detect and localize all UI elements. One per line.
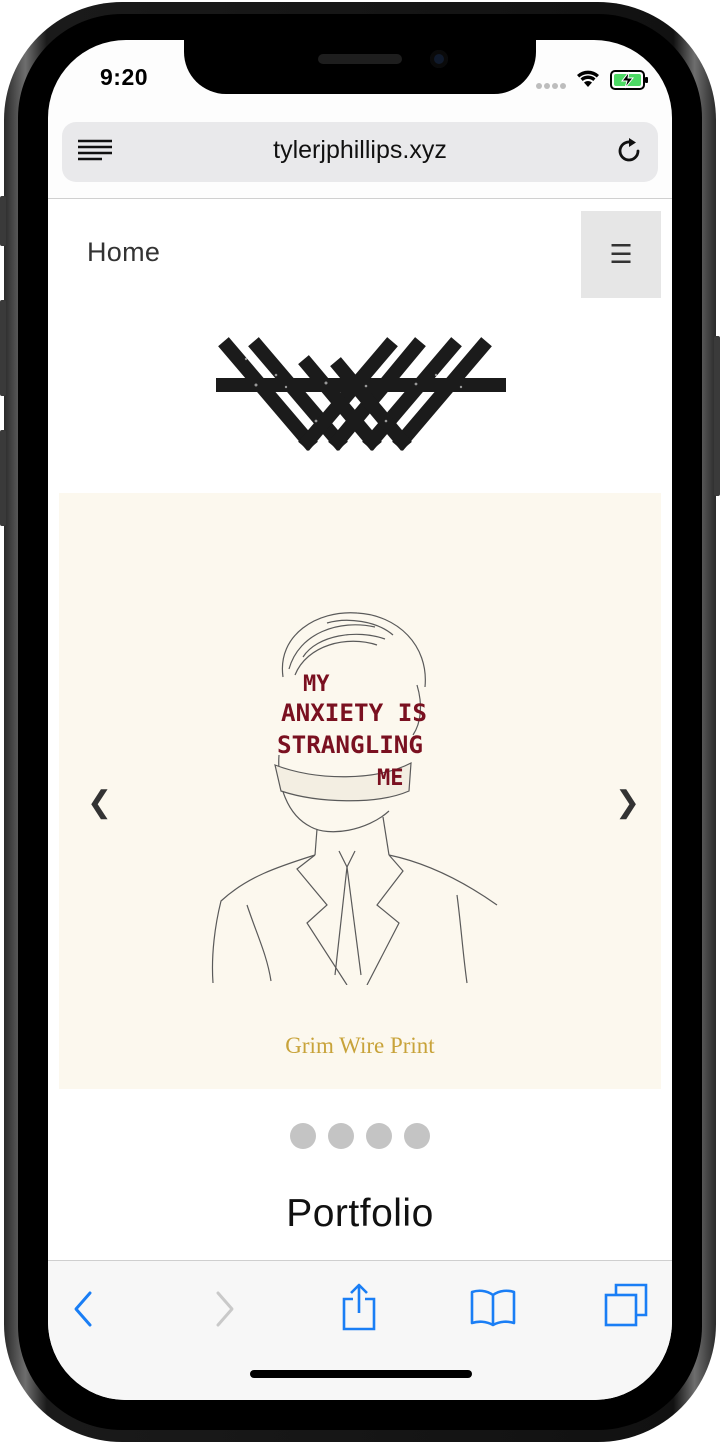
carousel-dot[interactable] [290,1123,316,1149]
carousel-dot[interactable] [328,1123,354,1149]
earpiece-speaker [318,54,402,64]
art-text-line-1: MY [303,672,330,697]
section-heading: Portfolio [286,1192,434,1235]
url-text[interactable]: tylerjphillips.xyz [62,136,658,165]
wifi-icon [577,70,599,87]
art-text-line-2: ANXIETY IS [281,699,427,727]
address-bar[interactable]: tylerjphillips.xyz [62,122,658,182]
carousel-dot[interactable] [366,1123,392,1149]
front-camera [430,50,448,68]
slide-illustration: MY ANXIETY IS STRANGLING ME [211,612,498,985]
home-indicator[interactable] [250,1370,472,1378]
art-text-line-3: STRANGLING [277,731,423,759]
mute-switch [0,196,6,246]
art-text-line-4: ME [377,766,404,791]
slide-caption: Grim Wire Print [285,1033,435,1058]
bookmarks-icon[interactable] [470,1287,516,1327]
back-icon[interactable] [72,1289,96,1329]
tabs-icon[interactable] [604,1283,650,1329]
share-icon[interactable] [340,1283,378,1333]
phone-screen: 9:20 tylerjphillips.xyz Home ☰ MY ANXIET… [48,40,672,1400]
browser-toolbar [48,1260,672,1400]
cellular-signal-icon [536,83,566,89]
site-logo [216,337,506,451]
web-page: Home ☰ MY ANXIETY IS STRANGLING ME ❮ ❯ G… [48,199,672,1260]
carousel-dot[interactable] [404,1123,430,1149]
battery-charging-icon [610,70,648,90]
site-menu-button[interactable]: ☰ [581,211,661,298]
volume-up-button [0,300,6,396]
power-button [714,336,720,496]
volume-down-button [0,430,6,526]
nav-home-link[interactable]: Home [87,237,160,268]
status-time: 9:20 [100,64,149,90]
carousel-prev-arrow[interactable]: ❮ [87,785,112,820]
forward-icon[interactable] [212,1289,236,1329]
hamburger-icon: ☰ [609,239,633,269]
reload-icon[interactable] [614,136,644,166]
notch [184,40,536,94]
carousel-next-arrow[interactable]: ❯ [615,785,640,820]
carousel-slide[interactable]: MY ANXIETY IS STRANGLING ME ❮ ❯ Grim Wir… [59,493,661,1089]
